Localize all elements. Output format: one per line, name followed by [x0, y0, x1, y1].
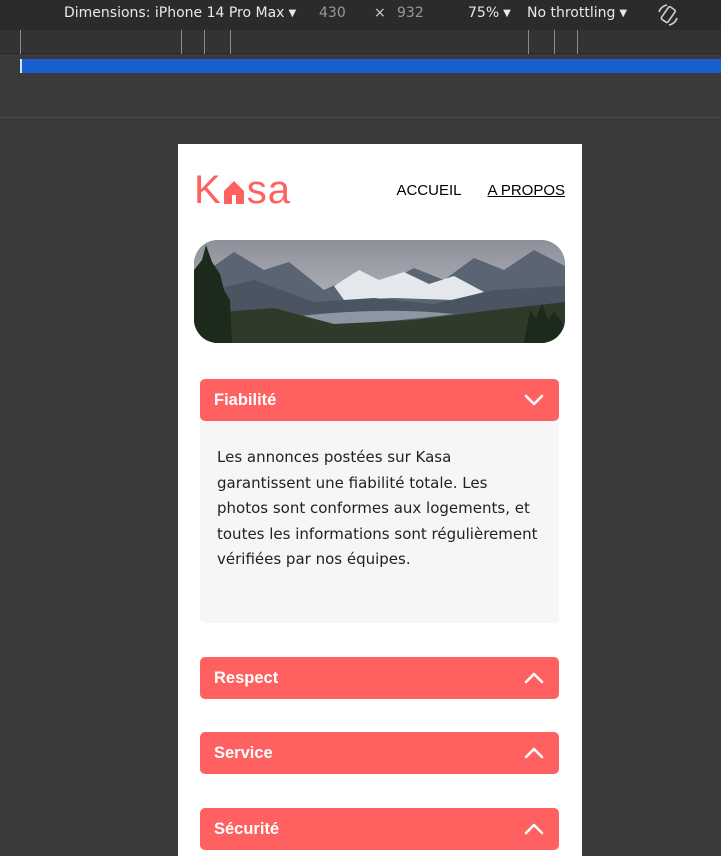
device-dimensions-dropdown[interactable]: Dimensions: iPhone 14 Pro Max ▼: [64, 5, 296, 21]
main-nav: ACCUEIL A PROPOS: [396, 182, 565, 199]
device-viewport: K sa ACCUEIL A PROPOS Fiabilité Les anno…: [178, 144, 582, 856]
nav-link-a-propos[interactable]: A PROPOS: [487, 182, 565, 199]
collapse-title: Fiabilité: [214, 390, 277, 409]
rotate-icon[interactable]: [655, 2, 681, 28]
device-dimensions-label: Dimensions: iPhone 14 Pro Max: [64, 5, 285, 21]
logo-letters-sa: sa: [246, 168, 291, 212]
banner-image: [194, 240, 565, 343]
chevron-up-icon[interactable]: [523, 742, 545, 764]
logo-letter-k: K: [194, 168, 222, 212]
collapse-title: Respect: [214, 668, 279, 687]
media-query-ruler: [0, 30, 721, 54]
site-header: K sa ACCUEIL A PROPOS: [178, 144, 582, 234]
kasa-logo[interactable]: K sa: [194, 170, 291, 210]
chevron-down-icon[interactable]: [523, 389, 545, 411]
collapse-respect: Respect: [200, 657, 559, 699]
chevron-up-icon[interactable]: [523, 818, 545, 840]
media-query-bar[interactable]: [20, 59, 721, 73]
collapse-header-securite[interactable]: Sécurité: [200, 808, 559, 850]
caret-down-icon: ▼: [619, 7, 628, 19]
collapse-header-respect[interactable]: Respect: [200, 657, 559, 699]
chevron-up-icon[interactable]: [523, 667, 545, 689]
collapse-title: Service: [214, 743, 273, 762]
zoom-dropdown[interactable]: 75% ▼: [468, 5, 511, 21]
dimension-times-symbol: ×: [374, 5, 386, 21]
throttling-dropdown[interactable]: No throttling ▼: [527, 5, 627, 21]
house-icon: [223, 181, 244, 204]
collapse-header-service[interactable]: Service: [200, 732, 559, 774]
throttling-label: No throttling: [527, 5, 616, 21]
viewport-height-input[interactable]: 932: [397, 5, 424, 21]
viewport-width-input[interactable]: 430: [319, 5, 346, 21]
devtools-toolbar: Dimensions: iPhone 14 Pro Max ▼ 430 × 93…: [0, 0, 721, 30]
collapse-service: Service: [200, 732, 559, 774]
caret-down-icon: ▼: [503, 7, 511, 19]
collapse-fiabilite: Fiabilité Les annonces postées sur Kasa …: [200, 379, 559, 623]
collapse-securite: Sécurité: [200, 808, 559, 850]
nav-link-accueil[interactable]: ACCUEIL: [396, 182, 461, 199]
mountain-landscape-image: [194, 240, 565, 343]
collapse-body-fiabilite: Les annonces postées sur Kasa garantisse…: [200, 421, 559, 623]
zoom-label: 75%: [468, 5, 500, 21]
collapse-title: Sécurité: [214, 819, 280, 838]
collapse-header-fiabilite[interactable]: Fiabilité: [200, 379, 559, 421]
media-query-bar-area: [0, 54, 721, 118]
caret-down-icon: ▼: [288, 7, 297, 19]
